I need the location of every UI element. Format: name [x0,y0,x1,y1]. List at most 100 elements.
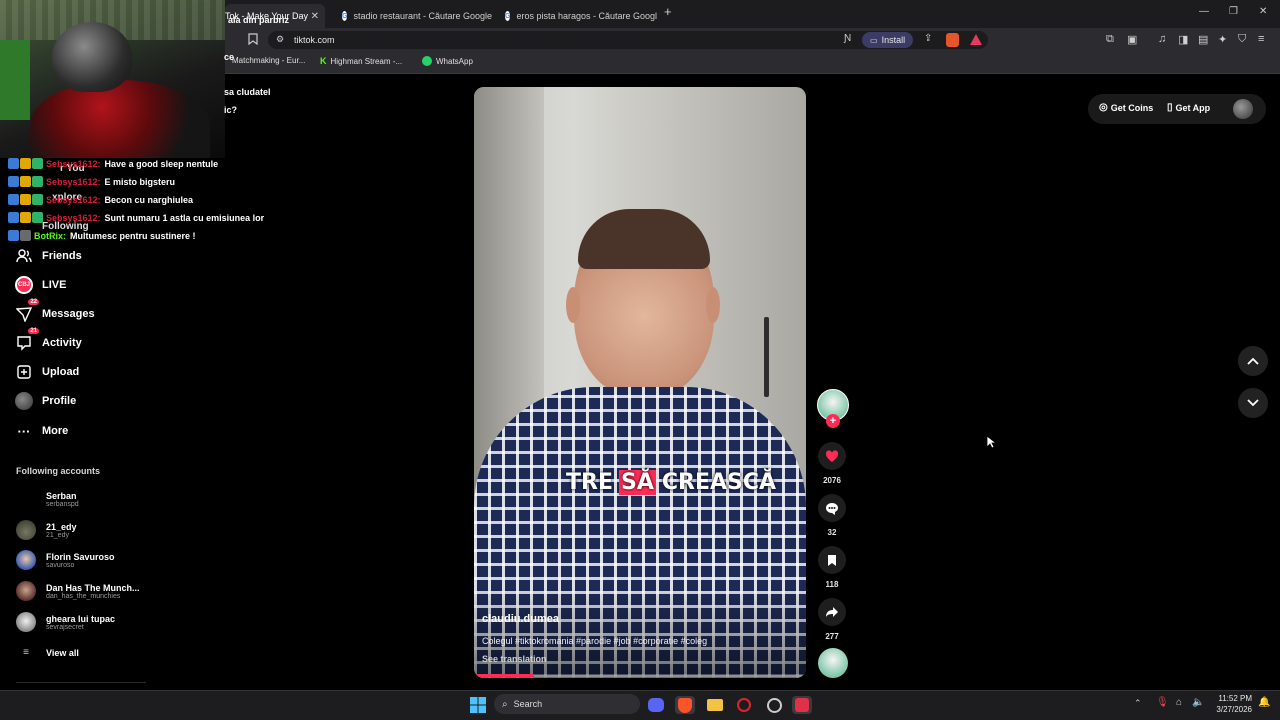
file-explorer-icon[interactable] [705,696,725,714]
chat-text: Have a good sleep nentule [104,158,219,169]
site-settings-icon[interactable]: ⚙ [276,34,284,45]
heart-icon [825,449,839,462]
video-caption-overlay: TRE SĂ CREASCĂ [566,470,776,495]
video-author[interactable]: claudiu.dumea [482,613,559,625]
like-button[interactable] [818,442,846,470]
share-icon[interactable]: ⇪ [924,33,932,44]
get-app-button[interactable]: ▯ Get App [1167,102,1210,113]
chat-text: Becon cu narghiulea [104,194,194,205]
kick-icon: K [320,56,327,66]
sidebar-item-activity[interactable]: 21 Activity [14,328,82,353]
leo-icon[interactable]: ✦ [1218,33,1227,46]
wallet-icon[interactable]: ▤ [1198,33,1208,46]
address-bar[interactable]: ⚙ tiktok.com Ɲ ▭ Install ⇪ [268,31,988,49]
chat-text: Sunt numaru 1 astla cu emisiunea lor [104,212,265,223]
follow-plus-icon[interactable]: + [826,414,840,428]
sidebar-item-live[interactable]: CBJ LIVE [14,275,66,295]
chat-text: Multumesc pentru sustinere ! [70,230,196,241]
share-arrow-icon [826,607,838,617]
get-coins-label: Get Coins [1110,102,1154,113]
comment-button[interactable] [818,494,846,522]
phone-icon: ▯ [1167,102,1173,113]
sidebar-icon[interactable]: ◨ [1178,33,1188,46]
brave-browser-icon[interactable] [675,696,695,714]
screenshot-icon[interactable]: ▣ [1127,33,1137,46]
restore-icon[interactable]: ❐ [1229,6,1238,17]
brave-shields-icon[interactable] [946,33,959,47]
activity-badge: 21 [28,328,39,334]
get-coins-button[interactable]: ◎ Get Coins [1099,102,1153,113]
windows-start-icon[interactable] [468,696,488,714]
minimize-icon[interactable]: — [1199,6,1209,17]
sidebar-item-profile[interactable]: Profile [14,391,76,411]
new-tab-icon[interactable]: + [664,4,672,19]
save-button[interactable] [818,546,846,574]
opera-icon[interactable] [734,696,754,714]
clock-time: 11:52 PM [1218,694,1252,703]
nav-label: LIVE [42,279,67,291]
install-button[interactable]: ▭ Install [862,32,914,48]
video-progress-track[interactable] [474,674,806,677]
user-avatar[interactable] [1233,99,1253,119]
following-account[interactable]: Serban serbanspd [16,489,79,509]
following-account[interactable]: gheara lui tupac sevrajsecret [16,612,115,632]
account-username: serbanspd [46,500,79,508]
see-translation-link[interactable]: See translation [482,654,547,664]
brave-rewards-icon[interactable] [970,34,982,45]
video-player[interactable]: TRE SĂ CREASCĂ claudiu.dumea Colegul #ti… [474,87,806,678]
mouse-cursor-icon [986,435,996,449]
sidebar-item-upload[interactable]: Upload [14,362,79,382]
chat-badges [8,230,31,241]
bookmark-matchmaking[interactable]: Matchmaking - Eur... [232,56,305,65]
reader-off-icon[interactable]: Ɲ [844,33,851,44]
microphone-icon[interactable]: 🎙 [1156,697,1169,708]
avatar [16,550,36,570]
account-username: dan_has_the_munchies [46,592,121,600]
following-accounts-title: Following accounts [16,466,101,476]
view-all-link[interactable]: ≡ View all [16,647,79,658]
video-gradient [474,587,806,678]
next-video-button[interactable] [1238,388,1268,418]
tab-label: stadio restaurant - Căutare Google [353,11,492,21]
sidebar-item-messages[interactable]: 22 Messages [14,299,95,324]
person-ear [706,287,720,323]
nav-label: More [42,425,69,437]
discord-icon[interactable] [646,696,666,714]
more-icon: ··· [17,423,31,439]
save-count: 118 [825,580,839,589]
bookmark-highman[interactable]: K Highman Stream -... [320,56,402,66]
taskbar-search[interactable]: ⌕ Search [494,694,640,714]
bookmark-label: Highman Stream -... [330,56,403,66]
volume-icon[interactable]: 🔈 [1192,697,1204,708]
extensions-icon[interactable]: ⧉ [1106,33,1114,46]
nav-label: Activity [42,337,82,349]
account-name: gheara lui tupac [46,613,116,624]
windows-taskbar [0,690,1280,720]
close-tab-icon[interactable]: ✕ [311,11,319,22]
notifications-icon[interactable]: 🔔 [1258,697,1270,708]
sidebar-item-friends[interactable]: Friends [14,246,82,266]
bookmark-whatsapp[interactable]: WhatsApp [422,56,473,66]
following-account[interactable]: 21_edy 21_edy [16,520,77,540]
app-red-icon[interactable] [792,696,812,714]
steam-icon[interactable] [764,696,784,714]
clock[interactable]: 11:52 PM 3/27/2026 [1210,693,1252,715]
media-icon[interactable]: ♫ [1158,33,1166,45]
vpn-icon[interactable]: ⛉ [1238,33,1246,46]
network-icon[interactable]: ⌂ [1176,697,1182,708]
bookmark-icon[interactable] [248,33,258,45]
tab-eros[interactable]: G eros pista haragos - Căutare Google [497,4,657,28]
share-button[interactable] [818,598,846,626]
live-icon: CBJ [14,275,34,295]
previous-video-button[interactable] [1238,346,1268,376]
sidebar-item-more[interactable]: ··· More [14,421,69,441]
clock-date: 3/27/2026 [1216,705,1252,714]
menu-icon[interactable]: ≡ [1258,33,1264,45]
tray-chevron-up-icon[interactable]: ⌃ [1134,698,1142,709]
close-window-icon[interactable]: ✕ [1259,6,1267,17]
bookmark-fill-icon [828,554,836,566]
music-disc-icon[interactable] [818,648,848,678]
following-account[interactable]: Florin Savuroso savuroso [16,550,115,570]
tab-stadio[interactable]: G stadio restaurant - Căutare Google [334,4,492,28]
following-account[interactable]: Dan Has The Munch... dan_has_the_munchies [16,581,140,601]
